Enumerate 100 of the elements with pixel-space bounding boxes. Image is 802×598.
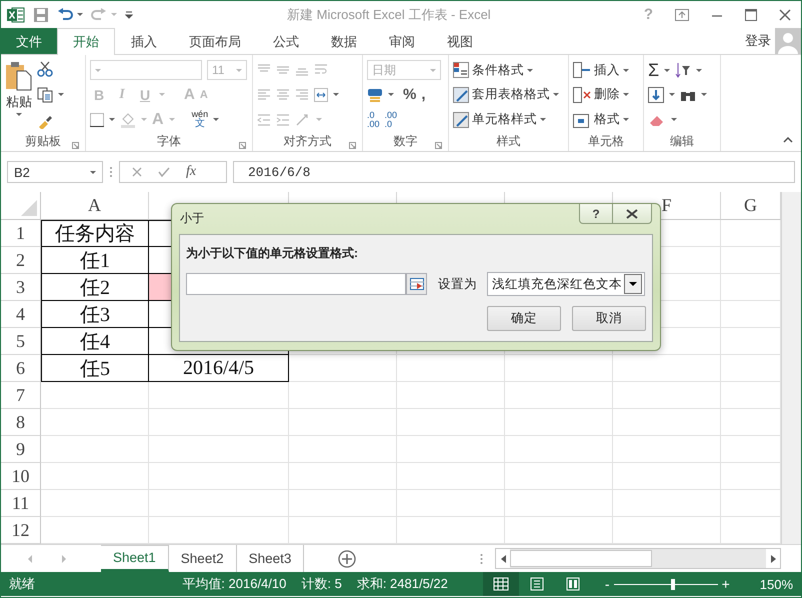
range-select-button[interactable] bbox=[406, 273, 427, 295]
close-icon[interactable] bbox=[779, 8, 791, 20]
insert-function-button[interactable]: fx bbox=[186, 164, 196, 180]
caret-icon bbox=[671, 118, 677, 122]
ribbon-display-icon[interactable] bbox=[675, 8, 689, 20]
row-header[interactable]: 11 bbox=[12, 492, 30, 514]
sort-filter-icon[interactable] bbox=[675, 62, 692, 78]
currency-icon[interactable] bbox=[367, 88, 383, 102]
ribbon-tab[interactable]: 页面布局 bbox=[173, 28, 257, 54]
decrease-decimal-button[interactable]: .00 .0 bbox=[384, 110, 398, 129]
ribbon-tab[interactable]: 视图 bbox=[431, 28, 489, 54]
format-cells-icon[interactable] bbox=[573, 112, 591, 128]
ribbon-tab[interactable]: 插入 bbox=[115, 28, 173, 54]
collapse-ribbon-icon[interactable] bbox=[783, 137, 793, 143]
value-field[interactable] bbox=[186, 273, 406, 295]
name-box[interactable]: B2 bbox=[7, 161, 103, 183]
borders-icon[interactable] bbox=[90, 112, 104, 127]
help-button[interactable]: ? bbox=[579, 204, 613, 224]
conditional-format-icon[interactable] bbox=[453, 62, 469, 78]
cells-command[interactable]: 删除 bbox=[594, 86, 620, 104]
ribbon-tab[interactable]: 开始 bbox=[57, 28, 115, 55]
caret-icon bbox=[95, 68, 101, 72]
increase-decimal-button[interactable]: .0 .00 bbox=[367, 110, 380, 129]
maximize-icon[interactable] bbox=[745, 8, 757, 20]
dialog-launcher-icon[interactable] bbox=[435, 142, 442, 149]
insert-cells-icon[interactable] bbox=[573, 62, 591, 78]
range-select-icon[interactable] bbox=[410, 278, 424, 290]
horizontal-scrollbar[interactable] bbox=[495, 548, 781, 569]
ribbon-tab[interactable]: 审阅 bbox=[373, 28, 431, 54]
zoom-out-button[interactable]: - bbox=[604, 576, 610, 592]
column-header[interactable]: G bbox=[744, 195, 757, 216]
close-button[interactable] bbox=[613, 204, 652, 224]
caret-icon bbox=[141, 118, 147, 122]
caret-icon bbox=[168, 118, 175, 122]
scroll-left-icon[interactable] bbox=[500, 554, 506, 562]
column-header[interactable]: F bbox=[661, 195, 672, 216]
file-tab[interactable]: 文件 bbox=[1, 28, 57, 54]
cells-command[interactable]: 插入 bbox=[594, 62, 620, 79]
group-label: 对齐方式 bbox=[284, 132, 332, 150]
caret-icon bbox=[58, 93, 64, 96]
caret-icon bbox=[316, 118, 322, 122]
view-button[interactable] bbox=[482, 572, 519, 596]
group-label: 数字 bbox=[394, 132, 418, 150]
drag-handle-icon[interactable] bbox=[109, 166, 113, 178]
grid-icon bbox=[492, 577, 509, 591]
cell-styles-icon[interactable] bbox=[453, 112, 469, 128]
spreadsheet-logo-icon[interactable] bbox=[7, 6, 25, 22]
row-header[interactable]: 1 bbox=[16, 222, 25, 244]
style-command[interactable]: 单元格样式 bbox=[472, 111, 537, 128]
paste-label[interactable]: 粘贴 bbox=[6, 93, 32, 111]
row-header[interactable]: 6 bbox=[16, 358, 25, 378]
row-header[interactable]: 5 bbox=[16, 330, 25, 352]
zoom-in-button[interactable]: + bbox=[722, 576, 730, 592]
row-header[interactable]: 9 bbox=[16, 438, 25, 460]
scroll-right-icon[interactable] bbox=[770, 554, 776, 562]
cells-command[interactable]: 格式 bbox=[594, 111, 620, 128]
copy-icon[interactable] bbox=[37, 86, 53, 103]
ribbon-tab[interactable]: 公式 bbox=[257, 28, 315, 54]
style-command[interactable]: 条件格式 bbox=[472, 62, 524, 79]
table-cell: 任4 bbox=[41, 328, 149, 355]
table-format-icon[interactable] bbox=[453, 86, 469, 103]
ribbon-tab[interactable]: 数据 bbox=[315, 28, 373, 54]
delete-cells-icon[interactable] bbox=[573, 86, 591, 103]
paste-icon[interactable] bbox=[5, 61, 33, 91]
sign-in-link[interactable]: 登录 bbox=[745, 32, 771, 50]
formula-field[interactable]: 2016/6/8 bbox=[233, 161, 795, 183]
fill-down-icon[interactable] bbox=[648, 86, 664, 103]
autosum-button[interactable]: Σ bbox=[648, 61, 660, 80]
status-text: 就绪 bbox=[9, 575, 35, 593]
format-dropdown[interactable]: 浅红填充色深红色文本 bbox=[487, 272, 645, 296]
column-header[interactable]: A bbox=[88, 195, 101, 216]
row-header[interactable]: 2 bbox=[16, 250, 25, 270]
format-label: 设置为 bbox=[438, 276, 477, 292]
close-icon[interactable] bbox=[626, 208, 638, 218]
style-command[interactable]: 套用表格格式 bbox=[472, 86, 550, 104]
customize-toolbar-icon[interactable] bbox=[125, 10, 133, 18]
check-icon[interactable] bbox=[158, 167, 170, 177]
cancel-button[interactable]: 取消 bbox=[572, 306, 646, 331]
percent-button[interactable]: % bbox=[403, 86, 416, 104]
vertical-scrollbar[interactable] bbox=[781, 192, 801, 544]
columns-icon bbox=[564, 577, 581, 591]
ok-button[interactable]: 确定 bbox=[487, 306, 561, 331]
row-header[interactable]: 12 bbox=[12, 520, 30, 540]
scissors-icon[interactable] bbox=[37, 61, 53, 78]
fill-color-icon[interactable] bbox=[120, 112, 136, 128]
splitter-icon[interactable] bbox=[480, 552, 483, 564]
row-header[interactable]: 7 bbox=[16, 384, 25, 406]
add-sheet-icon[interactable] bbox=[338, 550, 356, 568]
row-header[interactable]: 10 bbox=[12, 466, 30, 486]
undo-icon[interactable] bbox=[57, 8, 73, 22]
row-header[interactable]: 3 bbox=[16, 276, 25, 298]
zoom-thumb[interactable] bbox=[670, 578, 675, 590]
table-cell: 任3 bbox=[41, 301, 149, 328]
merge-cells-icon[interactable] bbox=[314, 88, 328, 102]
row-header[interactable]: 4 bbox=[16, 304, 25, 324]
comma-style-button[interactable]: , bbox=[421, 86, 426, 104]
save-icon[interactable] bbox=[33, 6, 49, 22]
dialog-launcher-icon[interactable] bbox=[72, 142, 79, 149]
zoom-level[interactable]: 150% bbox=[760, 576, 793, 592]
row-header[interactable]: 8 bbox=[16, 412, 25, 432]
